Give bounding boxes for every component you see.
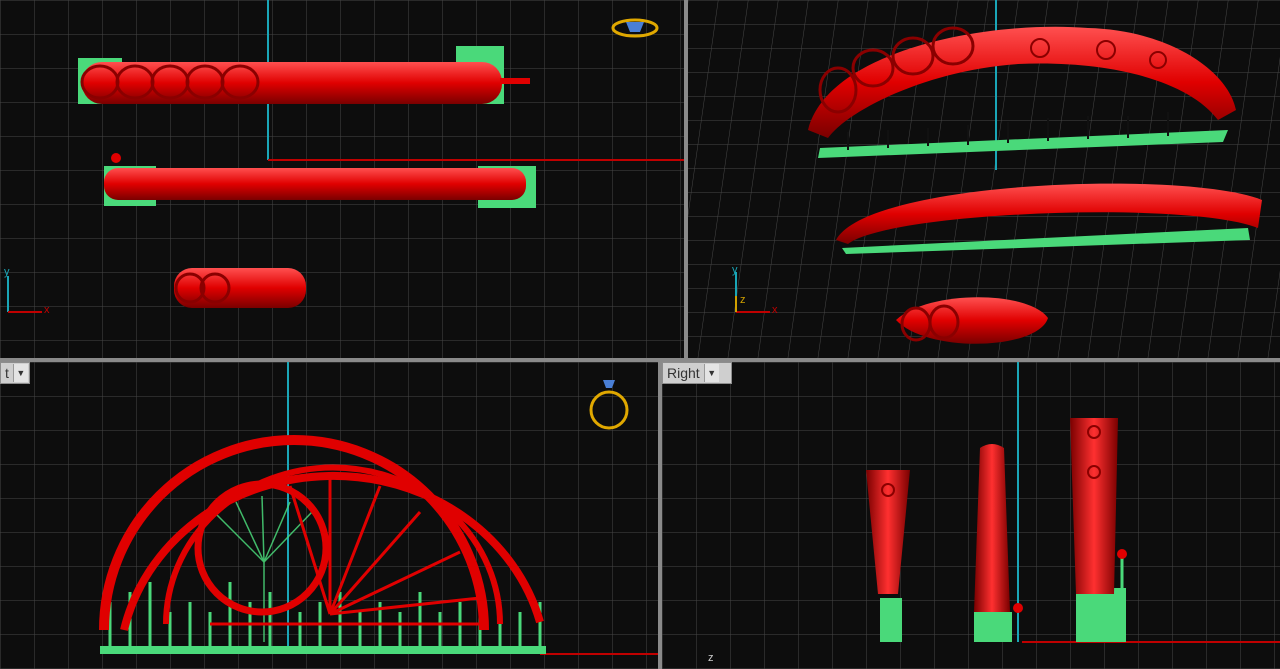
band-ring-top-view[interactable] bbox=[104, 168, 526, 200]
axis-y-label: y bbox=[4, 266, 10, 278]
axis-x-label: x bbox=[44, 304, 50, 316]
viewport-right[interactable]: Right ▼ z bbox=[662, 362, 1280, 669]
axis-z-label: z bbox=[740, 294, 746, 306]
chevron-down-icon[interactable]: ▼ bbox=[703, 364, 719, 382]
sprue bbox=[500, 78, 530, 84]
axis-z-label: z bbox=[708, 652, 714, 664]
grid bbox=[662, 362, 1280, 669]
viewport-front[interactable]: t ▼ bbox=[0, 362, 658, 669]
right-canvas bbox=[662, 362, 1280, 669]
axis-x-label: x bbox=[772, 304, 778, 316]
front-canvas bbox=[0, 362, 658, 669]
right-view-menu[interactable]: Right ▼ bbox=[662, 362, 732, 384]
axis-y-label: y bbox=[732, 264, 738, 276]
sprue-ball bbox=[111, 153, 121, 163]
view-label: Right bbox=[667, 365, 700, 381]
chevron-down-icon[interactable]: ▼ bbox=[12, 364, 28, 382]
viewport-perspective[interactable]: y z x bbox=[688, 0, 1280, 358]
viewport-top[interactable]: y x bbox=[0, 0, 684, 358]
view-label: t bbox=[5, 365, 9, 381]
top-canvas bbox=[0, 0, 684, 358]
support-base bbox=[100, 646, 546, 654]
front-view-menu[interactable]: t ▼ bbox=[0, 362, 30, 384]
